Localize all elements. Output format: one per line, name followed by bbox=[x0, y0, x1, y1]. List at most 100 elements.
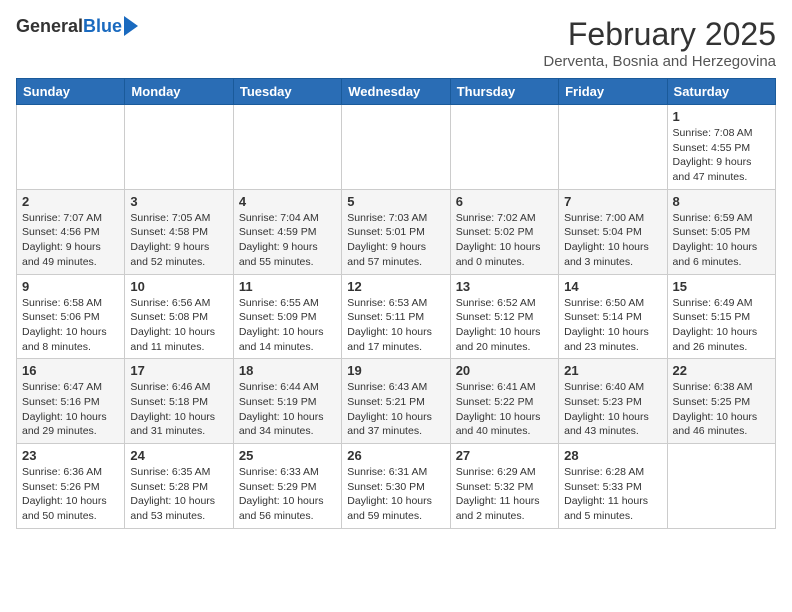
day-number: 2 bbox=[22, 194, 119, 209]
calendar-cell: 16 Sunrise: 6:47 AM Sunset: 5:16 PM Dayli… bbox=[17, 359, 125, 444]
day-number: 27 bbox=[456, 448, 553, 463]
day-info: Sunrise: 7:05 AM Sunset: 4:58 PM Dayligh… bbox=[130, 211, 227, 270]
calendar-header-saturday: Saturday bbox=[667, 79, 775, 105]
day-info: Sunrise: 6:58 AM Sunset: 5:06 PM Dayligh… bbox=[22, 296, 119, 355]
calendar-week-row: 9 Sunrise: 6:58 AM Sunset: 5:06 PM Daylig… bbox=[17, 274, 776, 359]
calendar-week-row: 23 Sunrise: 6:36 AM Sunset: 5:26 PM Dayli… bbox=[17, 444, 776, 529]
day-number: 26 bbox=[347, 448, 444, 463]
day-info: Sunrise: 6:38 AM Sunset: 5:25 PM Dayligh… bbox=[673, 380, 770, 439]
day-number: 24 bbox=[130, 448, 227, 463]
day-number: 22 bbox=[673, 363, 770, 378]
month-title: February 2025 bbox=[543, 16, 776, 53]
calendar-cell: 9 Sunrise: 6:58 AM Sunset: 5:06 PM Daylig… bbox=[17, 274, 125, 359]
day-info: Sunrise: 6:52 AM Sunset: 5:12 PM Dayligh… bbox=[456, 296, 553, 355]
day-number: 19 bbox=[347, 363, 444, 378]
day-number: 21 bbox=[564, 363, 661, 378]
calendar-cell: 17 Sunrise: 6:46 AM Sunset: 5:18 PM Dayli… bbox=[125, 359, 233, 444]
day-number: 7 bbox=[564, 194, 661, 209]
title-block: February 2025 Derventa, Bosnia and Herze… bbox=[543, 16, 776, 70]
day-info: Sunrise: 6:31 AM Sunset: 5:30 PM Dayligh… bbox=[347, 465, 444, 524]
calendar-cell: 8 Sunrise: 6:59 AM Sunset: 5:05 PM Daylig… bbox=[667, 189, 775, 274]
day-number: 18 bbox=[239, 363, 336, 378]
calendar-header-sunday: Sunday bbox=[17, 79, 125, 105]
day-number: 16 bbox=[22, 363, 119, 378]
day-info: Sunrise: 6:40 AM Sunset: 5:23 PM Dayligh… bbox=[564, 380, 661, 439]
day-number: 15 bbox=[673, 279, 770, 294]
logo-general-text: General bbox=[16, 16, 83, 37]
day-info: Sunrise: 7:04 AM Sunset: 4:59 PM Dayligh… bbox=[239, 211, 336, 270]
calendar-header-tuesday: Tuesday bbox=[233, 79, 341, 105]
calendar-cell: 22 Sunrise: 6:38 AM Sunset: 5:25 PM Dayli… bbox=[667, 359, 775, 444]
calendar-cell: 28Sunrise: 6:28 AM Sunset: 5:33 PM Dayli… bbox=[559, 444, 667, 529]
day-number: 23 bbox=[22, 448, 119, 463]
calendar-cell: 20Sunrise: 6:41 AM Sunset: 5:22 PM Dayli… bbox=[450, 359, 558, 444]
day-info: Sunrise: 6:44 AM Sunset: 5:19 PM Dayligh… bbox=[239, 380, 336, 439]
day-info: Sunrise: 6:53 AM Sunset: 5:11 PM Dayligh… bbox=[347, 296, 444, 355]
day-info: Sunrise: 7:03 AM Sunset: 5:01 PM Dayligh… bbox=[347, 211, 444, 270]
calendar-cell: 7 Sunrise: 7:00 AM Sunset: 5:04 PM Daylig… bbox=[559, 189, 667, 274]
day-info: Sunrise: 6:49 AM Sunset: 5:15 PM Dayligh… bbox=[673, 296, 770, 355]
day-info: Sunrise: 6:28 AM Sunset: 5:33 PM Dayligh… bbox=[564, 465, 661, 524]
page-header: General Blue February 2025 Derventa, Bos… bbox=[16, 16, 776, 70]
calendar-cell: 21 Sunrise: 6:40 AM Sunset: 5:23 PM Dayli… bbox=[559, 359, 667, 444]
day-info: Sunrise: 7:00 AM Sunset: 5:04 PM Dayligh… bbox=[564, 211, 661, 270]
calendar-header-friday: Friday bbox=[559, 79, 667, 105]
day-info: Sunrise: 6:29 AM Sunset: 5:32 PM Dayligh… bbox=[456, 465, 553, 524]
day-number: 9 bbox=[22, 279, 119, 294]
day-info: Sunrise: 6:59 AM Sunset: 5:05 PM Dayligh… bbox=[673, 211, 770, 270]
day-number: 10 bbox=[130, 279, 227, 294]
calendar-cell: 14Sunrise: 6:50 AM Sunset: 5:14 PM Dayli… bbox=[559, 274, 667, 359]
calendar-table: SundayMondayTuesdayWednesdayThursdayFrid… bbox=[16, 78, 776, 529]
calendar-header-row: SundayMondayTuesdayWednesdayThursdayFrid… bbox=[17, 79, 776, 105]
day-number: 5 bbox=[347, 194, 444, 209]
calendar-cell: 1 Sunrise: 7:08 AM Sunset: 4:55 PM Daylig… bbox=[667, 105, 775, 190]
calendar-cell: 13 Sunrise: 6:52 AM Sunset: 5:12 PM Dayli… bbox=[450, 274, 558, 359]
logo-arrow-icon bbox=[124, 16, 138, 36]
day-info: Sunrise: 7:02 AM Sunset: 5:02 PM Dayligh… bbox=[456, 211, 553, 270]
day-info: Sunrise: 7:07 AM Sunset: 4:56 PM Dayligh… bbox=[22, 211, 119, 270]
day-number: 14 bbox=[564, 279, 661, 294]
calendar-cell: 25Sunrise: 6:33 AM Sunset: 5:29 PM Dayli… bbox=[233, 444, 341, 529]
calendar-week-row: 1 Sunrise: 7:08 AM Sunset: 4:55 PM Daylig… bbox=[17, 105, 776, 190]
calendar-cell: 6 Sunrise: 7:02 AM Sunset: 5:02 PM Daylig… bbox=[450, 189, 558, 274]
calendar-week-row: 16 Sunrise: 6:47 AM Sunset: 5:16 PM Dayli… bbox=[17, 359, 776, 444]
logo-blue-text: Blue bbox=[83, 16, 122, 37]
calendar-header-wednesday: Wednesday bbox=[342, 79, 450, 105]
location-text: Derventa, Bosnia and Herzegovina bbox=[543, 53, 776, 70]
calendar-cell bbox=[125, 105, 233, 190]
day-number: 11 bbox=[239, 279, 336, 294]
day-number: 3 bbox=[130, 194, 227, 209]
day-info: Sunrise: 6:41 AM Sunset: 5:22 PM Dayligh… bbox=[456, 380, 553, 439]
day-info: Sunrise: 6:36 AM Sunset: 5:26 PM Dayligh… bbox=[22, 465, 119, 524]
calendar-cell: 2 Sunrise: 7:07 AM Sunset: 4:56 PM Daylig… bbox=[17, 189, 125, 274]
calendar-header-monday: Monday bbox=[125, 79, 233, 105]
day-info: Sunrise: 6:47 AM Sunset: 5:16 PM Dayligh… bbox=[22, 380, 119, 439]
calendar-cell: 3 Sunrise: 7:05 AM Sunset: 4:58 PM Daylig… bbox=[125, 189, 233, 274]
day-number: 13 bbox=[456, 279, 553, 294]
day-number: 1 bbox=[673, 109, 770, 124]
calendar-cell: 10 Sunrise: 6:56 AM Sunset: 5:08 PM Dayli… bbox=[125, 274, 233, 359]
calendar-cell: 19 Sunrise: 6:43 AM Sunset: 5:21 PM Dayli… bbox=[342, 359, 450, 444]
calendar-cell bbox=[342, 105, 450, 190]
day-info: Sunrise: 6:56 AM Sunset: 5:08 PM Dayligh… bbox=[130, 296, 227, 355]
day-number: 8 bbox=[673, 194, 770, 209]
calendar-cell: 11 Sunrise: 6:55 AM Sunset: 5:09 PM Dayli… bbox=[233, 274, 341, 359]
day-info: Sunrise: 6:55 AM Sunset: 5:09 PM Dayligh… bbox=[239, 296, 336, 355]
calendar-cell: 24Sunrise: 6:35 AM Sunset: 5:28 PM Dayli… bbox=[125, 444, 233, 529]
day-info: Sunrise: 7:08 AM Sunset: 4:55 PM Dayligh… bbox=[673, 126, 770, 185]
day-number: 17 bbox=[130, 363, 227, 378]
calendar-cell bbox=[17, 105, 125, 190]
calendar-cell: 26 Sunrise: 6:31 AM Sunset: 5:30 PM Dayli… bbox=[342, 444, 450, 529]
day-number: 4 bbox=[239, 194, 336, 209]
day-number: 25 bbox=[239, 448, 336, 463]
calendar-cell: 4 Sunrise: 7:04 AM Sunset: 4:59 PM Daylig… bbox=[233, 189, 341, 274]
calendar-cell: 5 Sunrise: 7:03 AM Sunset: 5:01 PM Daylig… bbox=[342, 189, 450, 274]
day-number: 6 bbox=[456, 194, 553, 209]
calendar-header-thursday: Thursday bbox=[450, 79, 558, 105]
calendar-cell: 18 Sunrise: 6:44 AM Sunset: 5:19 PM Dayli… bbox=[233, 359, 341, 444]
calendar-cell: 27 Sunrise: 6:29 AM Sunset: 5:32 PM Dayli… bbox=[450, 444, 558, 529]
calendar-cell bbox=[667, 444, 775, 529]
day-number: 12 bbox=[347, 279, 444, 294]
day-info: Sunrise: 6:46 AM Sunset: 5:18 PM Dayligh… bbox=[130, 380, 227, 439]
day-info: Sunrise: 6:43 AM Sunset: 5:21 PM Dayligh… bbox=[347, 380, 444, 439]
